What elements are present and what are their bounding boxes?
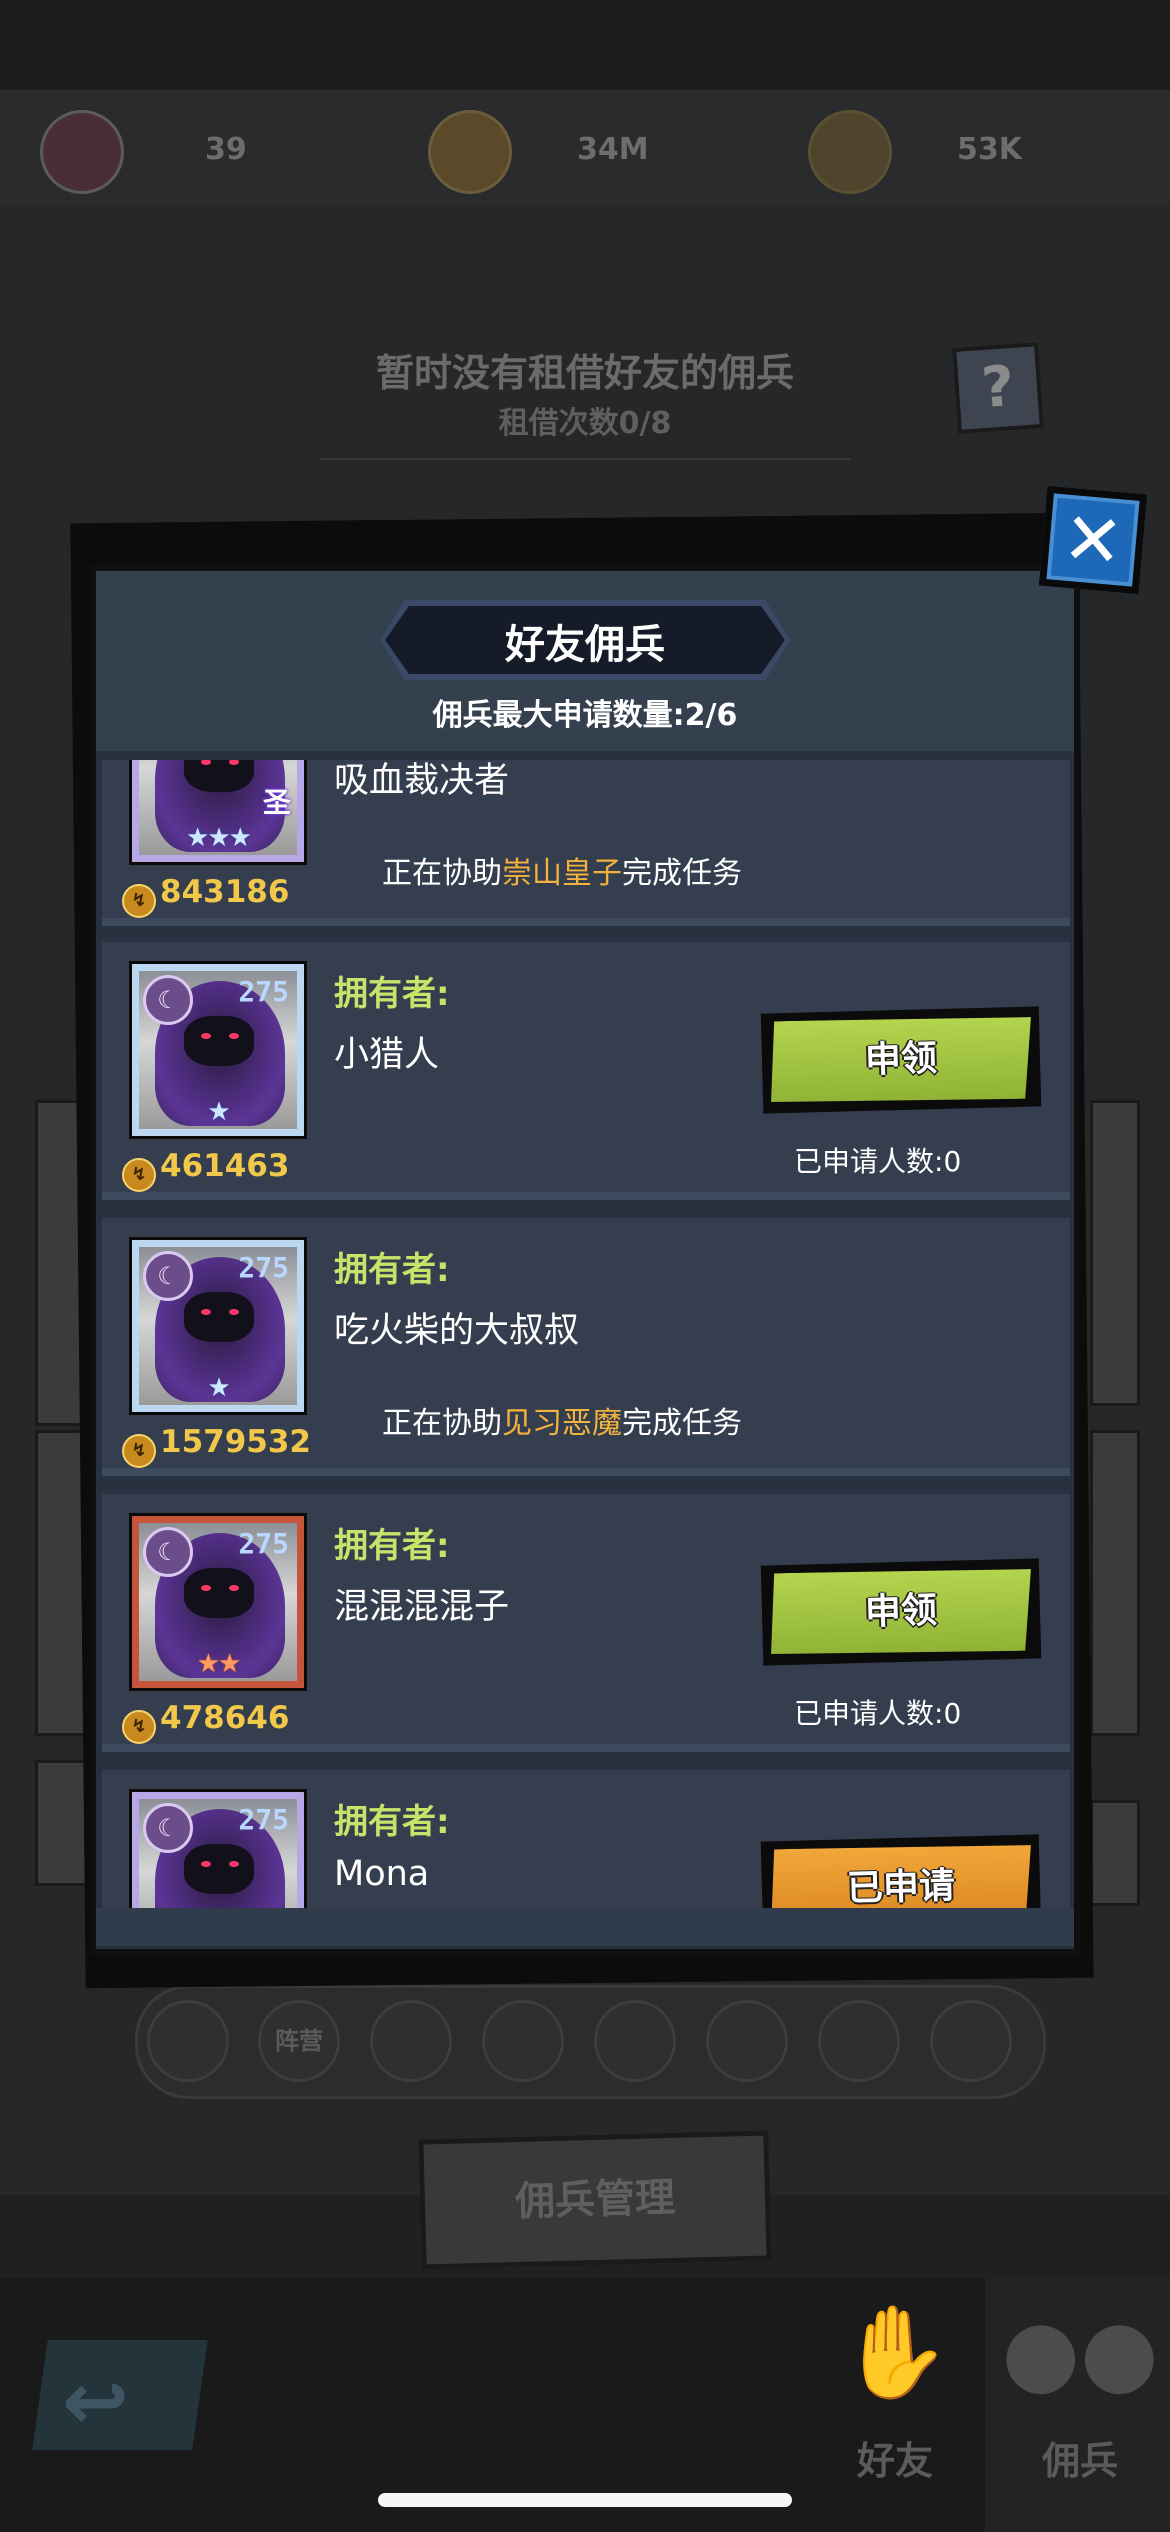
- power-value: ↯ 461463: [122, 1148, 289, 1192]
- list-item: ☾ 275 ★ 拥有者: 吃火柴的大叔叔 正在协助见习恶魔完成任务 ↯ 15795…: [102, 1218, 1070, 1476]
- power-value: ↯ 843186: [122, 874, 289, 918]
- list-item: ☾ 275 拥有者: Mona 已申请: [102, 1770, 1070, 1908]
- dark-class-icon: ☾: [143, 1803, 193, 1853]
- background-card: [35, 1760, 89, 1886]
- apply-button[interactable]: 申领: [760, 1006, 1042, 1114]
- help-button[interactable]: ?: [952, 342, 1044, 434]
- power-value: ↯ 478646: [122, 1700, 289, 1744]
- mercenary-portrait[interactable]: ☾ 275: [132, 1792, 304, 1908]
- star-rating: ★★★: [186, 823, 252, 853]
- power-value: ↯ 1579532: [122, 1424, 311, 1468]
- mercenary-level: 275: [238, 1527, 289, 1560]
- filter-camp-button[interactable]: 阵营: [258, 2000, 340, 2082]
- resource-swirl-value: 34M: [577, 132, 649, 167]
- owner-name: 混混混混子: [334, 1587, 510, 1627]
- filter-holy-icon[interactable]: [818, 2000, 900, 2082]
- apply-button-label: 申领: [864, 1038, 938, 1081]
- list-item: 圣 ★★★ 吸血裁决者 正在协助崇山皇子完成任务 ↯ 843186: [102, 760, 1070, 926]
- filter-up-icon[interactable]: [147, 2000, 229, 2082]
- star-rating: ★: [207, 1373, 230, 1403]
- mercenary-level: 275: [238, 1251, 289, 1284]
- resource-power-value: 53K: [957, 132, 1022, 167]
- mercenary-name: 吸血裁决者: [334, 761, 510, 801]
- apply-button[interactable]: 申领: [760, 1558, 1042, 1666]
- apply-button-label: 申领: [864, 1590, 938, 1633]
- assist-status: 正在协助见习恶魔完成任务: [382, 1406, 742, 1441]
- mercenary-portrait[interactable]: ☾ 275 ★: [132, 1240, 304, 1412]
- filter-leaf-icon[interactable]: [594, 2000, 676, 2082]
- back-arrow-icon: ↩: [62, 2355, 130, 2448]
- filter-camp-label: 阵营: [275, 2027, 323, 2055]
- group-icon: ●●: [1001, 2300, 1159, 2405]
- swirl-icon: [428, 110, 512, 194]
- owner-label: 拥有者:: [334, 1526, 450, 1566]
- power-icon: ↯: [122, 1158, 156, 1192]
- home-indicator[interactable]: [378, 2493, 792, 2507]
- power-icon: ↯: [122, 884, 156, 918]
- mercenary-portrait[interactable]: 圣 ★★★: [132, 760, 304, 862]
- filter-flame-icon[interactable]: [482, 2000, 564, 2082]
- modal-title: 好友佣兵: [505, 622, 665, 668]
- owner-label: 拥有者:: [334, 1250, 450, 1290]
- assisting-target: 崇山皇子: [502, 856, 622, 891]
- nav-mercenary-label[interactable]: 佣兵: [1000, 2430, 1160, 2485]
- background-card: [1090, 1800, 1140, 1906]
- dark-class-icon: ☾: [143, 1251, 193, 1301]
- assisting-target: 见习恶魔: [502, 1406, 622, 1441]
- apply-limit-text: 佣兵最大申请数量:2/6: [432, 698, 738, 733]
- applicant-count: 已申请人数:0: [794, 1145, 962, 1178]
- owner-name: 小猎人: [334, 1035, 440, 1075]
- power-icon: [808, 110, 892, 194]
- owner-label: 拥有者:: [334, 1802, 450, 1842]
- owner-label: 拥有者:: [334, 974, 450, 1014]
- mercenary-manage-button[interactable]: 佣兵管理: [418, 2130, 772, 2270]
- holy-badge: 圣: [262, 786, 291, 819]
- power-icon: ↯: [122, 1710, 156, 1744]
- handshake-icon: ✋: [838, 2300, 952, 2405]
- resource-heart-value: 39: [205, 132, 247, 167]
- close-icon: ✕: [1059, 495, 1127, 585]
- assist-status: 正在协助崇山皇子完成任务: [382, 856, 742, 891]
- star-rating: ★: [207, 1097, 230, 1127]
- background-card: [1090, 1100, 1140, 1406]
- applied-button-label: 已申请: [846, 1865, 956, 1908]
- mercenary-portrait[interactable]: ☾ 275 ★: [132, 964, 304, 1136]
- filter-wave-icon[interactable]: [706, 2000, 788, 2082]
- status-area: [0, 0, 1170, 90]
- background-card: [1090, 1430, 1140, 1736]
- star-rating: ★★: [196, 1649, 242, 1679]
- mercenary-portrait[interactable]: ☾ 275 ★★: [132, 1516, 304, 1688]
- filter-sun-icon[interactable]: [370, 2000, 452, 2082]
- mercenary-level: 275: [238, 1803, 289, 1836]
- list-item: ☾ 275 ★★ 拥有者: 混混混混子 申领 已申请人数:0 ↯ 478646: [102, 1494, 1070, 1752]
- divider: [320, 458, 850, 460]
- list-footer: [96, 1908, 1074, 1946]
- dark-class-icon: ☾: [143, 1527, 193, 1577]
- mercenary-level: 275: [238, 975, 289, 1008]
- list-item: ☾ 275 ★ 拥有者: 小猎人 申领 已申请人数:0 ↯ 461463: [102, 942, 1070, 1200]
- filter-dark-icon[interactable]: [930, 2000, 1012, 2082]
- owner-name: 吃火柴的大叔叔: [334, 1311, 580, 1351]
- dark-class-icon: ☾: [143, 975, 193, 1025]
- owner-name: Mona: [334, 1854, 430, 1894]
- heart-icon: [40, 110, 124, 194]
- power-icon: ↯: [122, 1434, 156, 1468]
- nav-friends-label[interactable]: 好友: [820, 2430, 970, 2485]
- applicant-count: 已申请人数:0: [794, 1697, 962, 1730]
- applied-button[interactable]: 已申请: [760, 1834, 1042, 1908]
- close-button[interactable]: ✕: [1038, 485, 1148, 595]
- mercenary-list[interactable]: 圣 ★★★ 吸血裁决者 正在协助崇山皇子完成任务 ↯ 843186 ☾ 275 ★…: [96, 760, 1074, 1908]
